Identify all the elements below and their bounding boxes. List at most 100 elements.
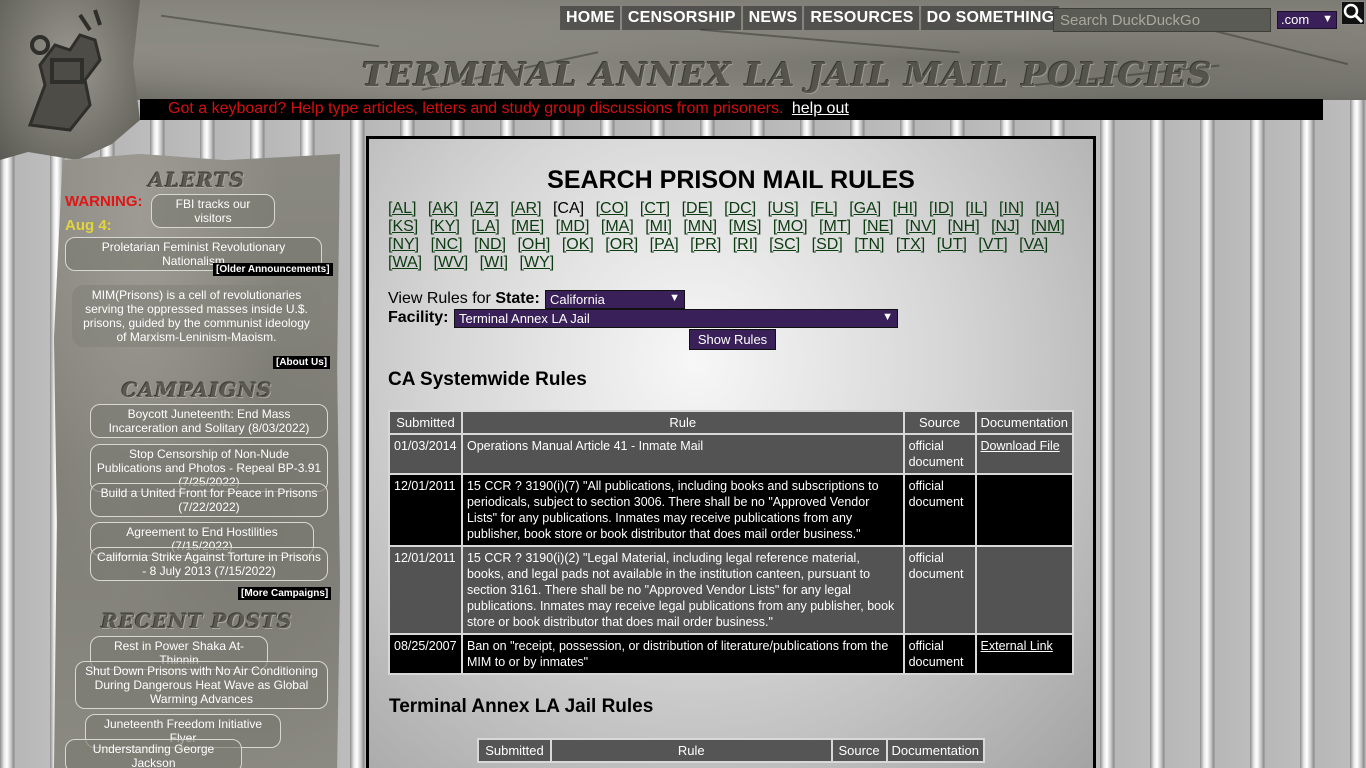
state-link-mo[interactable]: [MO] [773, 218, 808, 235]
state-link-md[interactable]: [MD] [556, 218, 590, 235]
state-link-mn[interactable]: [MN] [683, 218, 717, 235]
campaign-item[interactable]: Boycott Juneteenth: End Mass Incarcerati… [90, 404, 328, 438]
table-row: 08/25/2007 Ban on "receipt, possession, … [388, 633, 1075, 675]
state-link-sd[interactable]: [SD] [812, 236, 843, 253]
state-link-fl[interactable]: [FL] [810, 200, 838, 217]
warning-label: WARNING: [65, 193, 143, 210]
nav-news[interactable]: NEWS [742, 6, 803, 30]
download-file-link[interactable]: Download File [981, 439, 1060, 453]
state-link-nh[interactable]: [NH] [948, 218, 980, 235]
state-link-nv[interactable]: [NV] [905, 218, 936, 235]
state-link-pa[interactable]: [PA] [650, 236, 679, 253]
main-panel: SEARCH PRISON MAIL RULES [AL] [AK] [AZ] … [366, 136, 1096, 768]
warning-link[interactable]: FBI tracks our visitors [151, 194, 275, 228]
recent-post-item[interactable]: Shut Down Prisons with No Air Conditioni… [75, 661, 328, 709]
show-rules-button[interactable]: Show Rules [689, 329, 776, 350]
state-link-tx[interactable]: [TX] [896, 236, 925, 253]
state-link-ks[interactable]: [KS] [388, 218, 418, 235]
state-link-az[interactable]: [AZ] [470, 200, 499, 217]
state-link-ak[interactable]: [AK] [428, 200, 458, 217]
state-link-ar[interactable]: [AR] [510, 200, 541, 217]
state-link-wa[interactable]: [WA] [388, 254, 422, 271]
state-link-ga[interactable]: [GA] [849, 200, 881, 217]
state-link-la[interactable]: [LA] [471, 218, 499, 235]
state-link-co[interactable]: [CO] [596, 200, 629, 217]
col-rule: Rule [549, 738, 833, 763]
state-link-nm[interactable]: [NM] [1031, 218, 1065, 235]
state-link-or[interactable]: [OR] [605, 236, 638, 253]
ticker-message: Got a keyboard? Help type articles, lett… [168, 100, 784, 117]
state-link-ia[interactable]: [IA] [1035, 200, 1059, 217]
recent-post-item[interactable]: Understanding George Jackson [65, 739, 242, 768]
facility-select[interactable]: Terminal Annex LA Jail ▼ [454, 309, 898, 328]
table-row: 12/01/2011 15 CCR ? 3190(i)(2) "Legal Ma… [388, 545, 1075, 635]
state-link-va[interactable]: [VA] [1019, 236, 1048, 253]
state-link-ne[interactable]: [NE] [863, 218, 894, 235]
state-link-ct[interactable]: [CT] [640, 200, 670, 217]
view-rules-row: View Rules for State: [388, 290, 540, 308]
state-link-ms[interactable]: [MS] [729, 218, 762, 235]
state-link-nd[interactable]: [ND] [474, 236, 506, 253]
search-button[interactable] [1341, 1, 1365, 25]
state-link-us[interactable]: [US] [768, 200, 799, 217]
state-link-wv[interactable]: [WV] [434, 254, 469, 271]
search-input[interactable] [1053, 8, 1271, 32]
site-logo[interactable] [0, 0, 140, 160]
state-link-ri[interactable]: [RI] [733, 236, 758, 253]
col-source: Source [902, 410, 977, 435]
fist-chain-icon [27, 9, 102, 132]
cell-rule: Ban on "receipt, possession, or distribu… [460, 633, 905, 675]
state-link-al[interactable]: [AL] [388, 200, 416, 217]
state-link-ny[interactable]: [NY] [388, 236, 419, 253]
state-select[interactable]: California ▼ [545, 290, 685, 309]
help-out-link[interactable]: help out [792, 100, 849, 117]
state-link-nc[interactable]: [NC] [431, 236, 463, 253]
col-source: Source [830, 738, 888, 763]
state-link-dc[interactable]: [DC] [724, 200, 756, 217]
systemwide-heading: CA Systemwide Rules [388, 369, 587, 390]
cell-rule: Operations Manual Article 41 - Inmate Ma… [460, 433, 905, 475]
nav-home[interactable]: HOME [560, 6, 620, 30]
state-link-ok[interactable]: [OK] [562, 236, 594, 253]
campaign-item[interactable]: Build a United Front for Peace in Prison… [90, 483, 328, 517]
nav-resources[interactable]: RESOURCES [804, 6, 919, 30]
about-us-link[interactable]: [About Us] [273, 356, 331, 369]
cell-documentation: External Link [974, 633, 1075, 675]
state-link-in[interactable]: [IN] [999, 200, 1024, 217]
state-link-id[interactable]: [ID] [929, 200, 954, 217]
cell-submitted: 08/25/2007 [388, 633, 463, 675]
main-title: SEARCH PRISON MAIL RULES [547, 166, 915, 194]
chevron-down-icon: ▼ [669, 292, 680, 304]
state-link-tn[interactable]: [TN] [854, 236, 884, 253]
table-header-row: Submitted Rule Source Documentation [388, 410, 1075, 435]
campaigns-heading: CAMPAIGNS [121, 378, 273, 402]
state-link-me[interactable]: [ME] [511, 218, 544, 235]
state-link-ky[interactable]: [KY] [430, 218, 460, 235]
state-link-oh[interactable]: [OH] [517, 236, 550, 253]
older-announcements-link[interactable]: [Older Announcements] [213, 263, 333, 276]
campaign-item[interactable]: California Strike Against Torture in Pri… [90, 547, 328, 581]
cell-rule: 15 CCR ? 3190(i)(2) "Legal Material, inc… [460, 545, 905, 635]
state-link-wi[interactable]: [WI] [480, 254, 508, 271]
state-link-mt[interactable]: [MT] [819, 218, 851, 235]
state-link-ut[interactable]: [UT] [937, 236, 967, 253]
state-link-mi[interactable]: [MI] [645, 218, 672, 235]
tld-select[interactable]: .com ▼ [1277, 11, 1337, 29]
external-link[interactable]: External Link [981, 639, 1053, 653]
state-link-hi[interactable]: [HI] [893, 200, 918, 217]
state-link-wy[interactable]: [WY] [520, 254, 555, 271]
state-link-sc[interactable]: [SC] [769, 236, 800, 253]
cell-documentation [974, 473, 1075, 547]
more-campaigns-link[interactable]: [More Campaigns] [238, 587, 332, 600]
state-link-nj[interactable]: [NJ] [991, 218, 1019, 235]
cell-documentation [974, 545, 1075, 635]
state-link-il[interactable]: [IL] [965, 200, 987, 217]
search-icon [1343, 3, 1364, 24]
nav-censorship[interactable]: CENSORSHIP [621, 6, 741, 30]
table-row: 01/03/2014 Operations Manual Article 41 … [388, 433, 1075, 475]
state-link-ma[interactable]: [MA] [601, 218, 634, 235]
state-link-vt[interactable]: [VT] [978, 236, 1007, 253]
state-link-pr[interactable]: [PR] [690, 236, 721, 253]
state-link-de[interactable]: [DE] [682, 200, 713, 217]
nav-do-something[interactable]: DO SOMETHING [920, 6, 1060, 30]
